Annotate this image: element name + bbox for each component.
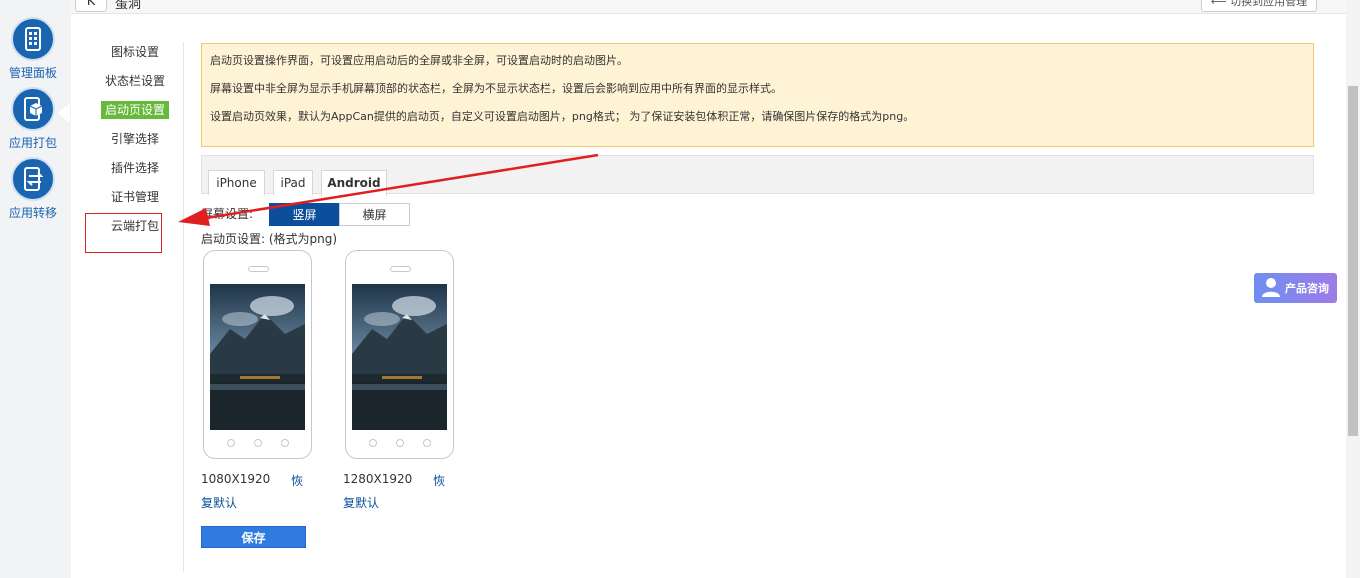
back-button[interactable]: K: [75, 0, 107, 12]
scrollbar-thumb[interactable]: [1348, 86, 1358, 436]
launch-image: [352, 284, 447, 430]
rail-item-package[interactable]: 应用打包: [0, 87, 66, 151]
active-pointer: [58, 103, 70, 123]
restore-default-link[interactable]: 复默认: [201, 494, 237, 511]
tab-android[interactable]: Android: [321, 170, 387, 196]
scrollbar[interactable]: [1346, 0, 1360, 578]
tab-ipad[interactable]: iPad: [273, 170, 313, 195]
notice-line: 启动页设置操作界面，可设置应用启动后的全屏或非全屏，可设置启动时的启动图片。: [210, 54, 628, 67]
landscape-button[interactable]: 横屏: [339, 203, 410, 226]
top-bar: K 蛋洞 ⟵ 切换到应用管理: [71, 0, 1346, 14]
home-dot-icon: [369, 439, 377, 447]
switch-to-app-management-button[interactable]: ⟵ 切换到应用管理: [1201, 0, 1317, 12]
submenu-item-statusbar-settings[interactable]: 状态栏设置: [85, 67, 185, 96]
device-tabs: iPhone iPad Android: [201, 155, 1314, 196]
orientation-label: 屏幕设置:: [201, 207, 254, 221]
rail-item-dashboard[interactable]: 管理面板: [0, 17, 66, 81]
submenu-item-icon-settings[interactable]: 图标设置: [85, 38, 185, 67]
submenu-item-plugin-select[interactable]: 插件选择: [85, 154, 185, 183]
product-consult-button[interactable]: 产品咨询: [1254, 273, 1337, 303]
rail-label-dashboard: 管理面板: [8, 66, 57, 80]
speaker-icon: [248, 266, 269, 272]
settings-submenu: 图标设置 状态栏设置 启动页设置 引擎选择 插件选择 证书管理 云端打包: [85, 38, 185, 241]
home-dot-icon: [227, 439, 235, 447]
resolution-label: 1280X1920: [343, 472, 413, 486]
transfer-icon: [11, 157, 55, 201]
restore-default-link[interactable]: 恢: [291, 472, 303, 489]
submenu-divider: [183, 42, 184, 572]
main-panel: K 蛋洞 ⟵ 切换到应用管理 图标设置 状态栏设置 启动页设置 引擎选择 插件选…: [71, 0, 1346, 578]
save-button[interactable]: 保存: [201, 526, 306, 548]
rail-label-transfer: 应用转移: [8, 206, 57, 220]
notice-line: 设置启动页效果，默认为AppCan提供的启动页，自定义可设置启动图片，png格式…: [210, 110, 915, 123]
phone-preview[interactable]: [345, 250, 454, 459]
submenu-item-launch-settings[interactable]: 启动页设置: [85, 96, 185, 125]
submenu-item-engine-select[interactable]: 引擎选择: [85, 125, 185, 154]
user-icon: [1262, 278, 1280, 297]
annotation-highlight-box: [85, 213, 162, 253]
launch-image: [210, 284, 305, 430]
restore-default-link[interactable]: 恢: [433, 472, 445, 489]
launch-image-label: 启动页设置: (格式为png): [201, 232, 338, 246]
speaker-icon: [390, 266, 411, 272]
resolution-label: 1080X1920: [201, 472, 271, 486]
package-icon: [11, 87, 55, 131]
product-consult-label: 产品咨询: [1285, 282, 1329, 295]
notice-line: 屏幕设置中非全屏为显示手机屏幕顶部的状态栏，全屏为不显示状态栏，设置后会影响到应…: [210, 82, 782, 95]
home-dot-icon: [254, 439, 262, 447]
home-dot-icon: [396, 439, 404, 447]
rail-label-package: 应用打包: [8, 136, 57, 150]
page-title: 蛋洞: [115, 0, 142, 12]
left-rail: 管理面板 应用打包 应用转移: [0, 0, 66, 578]
tab-iphone[interactable]: iPhone: [208, 170, 265, 195]
phone-preview[interactable]: [203, 250, 312, 459]
dashboard-icon: [11, 17, 55, 61]
notice-box: 启动页设置操作界面，可设置应用启动后的全屏或非全屏，可设置启动时的启动图片。 屏…: [201, 43, 1314, 147]
home-dot-icon: [423, 439, 431, 447]
portrait-button[interactable]: 竖屏: [269, 203, 340, 226]
submenu-item-certificate-management[interactable]: 证书管理: [85, 183, 185, 212]
restore-default-link[interactable]: 复默认: [343, 494, 379, 511]
home-dot-icon: [281, 439, 289, 447]
rail-item-transfer[interactable]: 应用转移: [0, 157, 66, 221]
